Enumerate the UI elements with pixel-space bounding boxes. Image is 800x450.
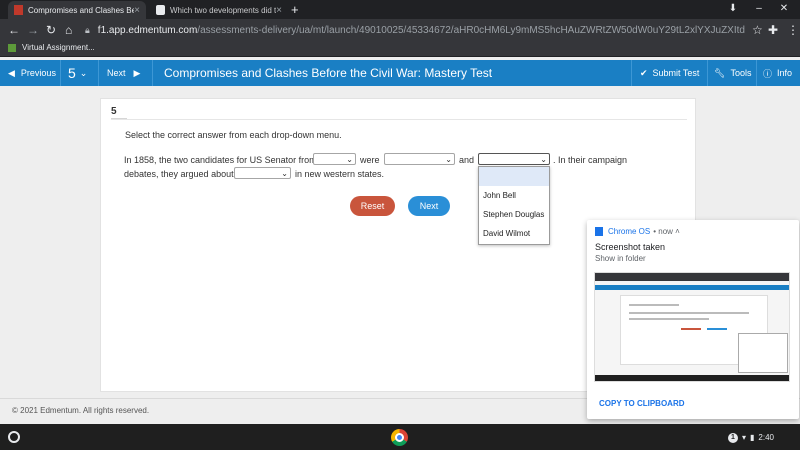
notification-count-badge: 1 — [728, 432, 738, 443]
previous-button[interactable]: ◀ Previous — [8, 60, 56, 86]
arrow-left-circle-icon: ◀ — [8, 67, 15, 78]
dropdown-options-list: John Bell Stephen Douglas David Wilmot — [478, 166, 550, 245]
close-icon[interactable]: × — [276, 5, 282, 16]
status-tray[interactable]: 1 ▾ ▮ 2:40 — [728, 430, 794, 445]
check-circle-icon: ✔ — [640, 67, 648, 78]
question-text: were — [360, 155, 380, 165]
back-icon[interactable]: ← — [8, 23, 20, 37]
tools-button[interactable]: 🔧︎ Tools — [714, 60, 751, 86]
next-question-button[interactable]: Next ▶ — [107, 60, 140, 86]
browser-tab-strip: Compromises and Clashes Befo × Which two… — [0, 0, 800, 19]
reload-icon[interactable]: ↻ — [46, 23, 56, 37]
screenshot-thumbnail[interactable] — [594, 272, 790, 382]
reset-button[interactable]: Reset — [350, 196, 395, 216]
chevron-down-icon: ⌄ — [540, 155, 547, 164]
forward-icon[interactable]: → — [27, 23, 39, 37]
copyright-text: © 2021 Edmentum. All rights reserved. — [12, 406, 150, 415]
dropdown-option[interactable]: David Wilmot — [479, 224, 549, 243]
candidate-2-dropdown[interactable]: ⌄ — [478, 153, 550, 165]
bookmarks-bar: Virtual Assignment... — [0, 42, 800, 57]
question-selector[interactable]: 5 ⌄ — [68, 60, 87, 86]
screenshot-notification[interactable]: Chrome OS • now ˄ Screenshot taken Show … — [587, 220, 799, 419]
test-title: Compromises and Clashes Before the Civil… — [164, 66, 493, 80]
chevron-down-icon: ⌄ — [346, 155, 353, 164]
chevron-down-icon: ⌄ — [281, 169, 288, 178]
arrow-right-circle-icon: ▶ — [133, 67, 141, 78]
new-tab-button[interactable]: + — [291, 2, 299, 17]
minimize-icon[interactable]: – — [753, 3, 765, 15]
bookmark-virtual-assignment[interactable]: Virtual Assignment... — [8, 43, 95, 52]
dropdown-option[interactable]: Stephen Douglas — [479, 205, 549, 224]
tab-title: Which two developments did the — [170, 5, 277, 15]
chevron-down-icon: ⌄ — [79, 67, 88, 78]
info-button[interactable]: ⓘ Info — [763, 60, 792, 86]
question-text: in new western states. — [295, 169, 385, 179]
battery-icon: ▮ — [750, 433, 755, 442]
tab-search-icon[interactable]: ⬇ — [727, 3, 739, 15]
info-icon: ⓘ — [763, 68, 773, 79]
chrome-os-icon — [595, 227, 603, 236]
edmentum-favicon-icon — [14, 5, 23, 15]
question-text: and — [459, 155, 475, 165]
debate-topic-dropdown[interactable]: ⌄ — [234, 167, 291, 179]
menu-icon[interactable]: ⋮ — [787, 23, 799, 37]
show-in-folder-link[interactable]: Show in folder — [595, 254, 646, 263]
dropdown-option[interactable] — [479, 167, 549, 186]
question-number: 5 — [111, 106, 117, 117]
question-text: In 1858, the two candidates for US Senat… — [124, 155, 317, 165]
instruction-text: Select the correct answer from each drop… — [125, 130, 342, 140]
home-icon[interactable]: ⌂ — [65, 23, 72, 37]
copy-to-clipboard-button[interactable]: COPY TO CLIPBOARD — [599, 399, 685, 408]
address-bar[interactable]: 🔒︎ f1.app.edmentum.com /assessments-deli… — [85, 22, 745, 39]
dropdown-option[interactable]: John Bell — [479, 186, 549, 205]
candidate-1-dropdown[interactable]: ⌄ — [384, 153, 455, 165]
launcher-icon[interactable] — [8, 431, 20, 443]
brainly-favicon-icon — [156, 5, 165, 15]
clock: 2:40 — [758, 433, 774, 442]
notification-source: Chrome OS • now ˄ — [595, 227, 680, 236]
state-dropdown[interactable]: ⌄ — [313, 153, 356, 165]
question-text: . In their campaign — [553, 155, 628, 165]
extension-icon[interactable]: ✚ — [768, 23, 778, 37]
url-path: /assessments-delivery/ua/mt/launch/49010… — [197, 25, 745, 36]
wifi-icon: ▾ — [742, 433, 747, 442]
bookmark-icon — [8, 43, 16, 52]
close-icon[interactable]: × — [134, 5, 140, 16]
browser-toolbar: ← → ↻ ⌂ 🔒︎ f1.app.edmentum.com /assessme… — [0, 19, 800, 42]
notification-title: Screenshot taken — [595, 242, 666, 252]
browser-tab[interactable]: Which two developments did the × — [150, 1, 288, 19]
chrome-icon[interactable] — [391, 429, 408, 446]
wrench-icon: 🔧︎ — [714, 67, 726, 78]
chevron-down-icon: ⌄ — [445, 155, 452, 164]
close-window-icon[interactable]: ✕ — [778, 3, 790, 15]
question-text: debates, they argued about — [124, 169, 234, 179]
next-button[interactable]: Next — [408, 196, 450, 216]
lock-icon: 🔒︎ — [85, 25, 90, 35]
test-header: ◀ Previous 5 ⌄ Next ▶ Compromises and Cl… — [0, 60, 800, 86]
tab-title: Compromises and Clashes Befo — [28, 5, 135, 15]
browser-tab-active[interactable]: Compromises and Clashes Befo × — [8, 1, 146, 19]
url-host: f1.app.edmentum.com — [97, 25, 198, 36]
star-icon[interactable]: ☆ — [752, 23, 763, 37]
submit-test-button[interactable]: ✔ Submit Test — [640, 60, 699, 86]
